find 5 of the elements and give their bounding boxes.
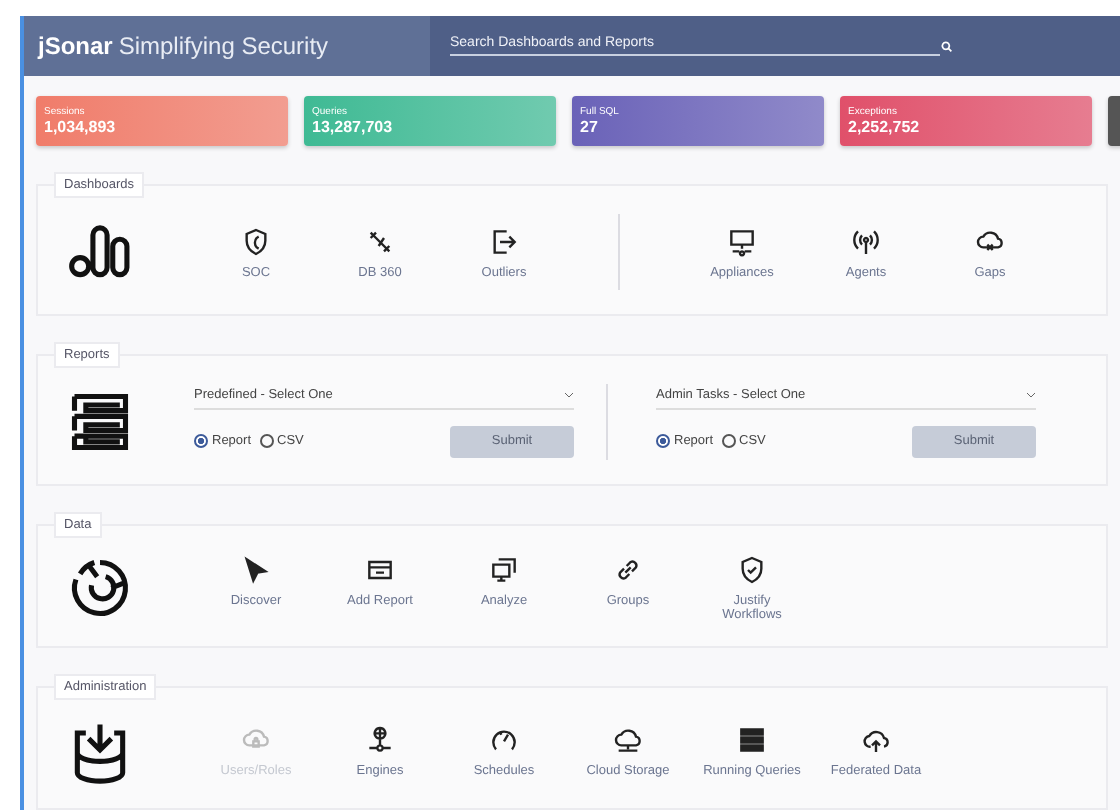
stat-value: 27 xyxy=(580,118,600,136)
stat-value: 13,287,703 xyxy=(312,118,395,136)
brand-title: jSonar Simplifying Security xyxy=(24,16,430,76)
stat-value: 1,034,893 xyxy=(44,118,118,136)
stat-value: 2,252,752 xyxy=(848,118,922,136)
